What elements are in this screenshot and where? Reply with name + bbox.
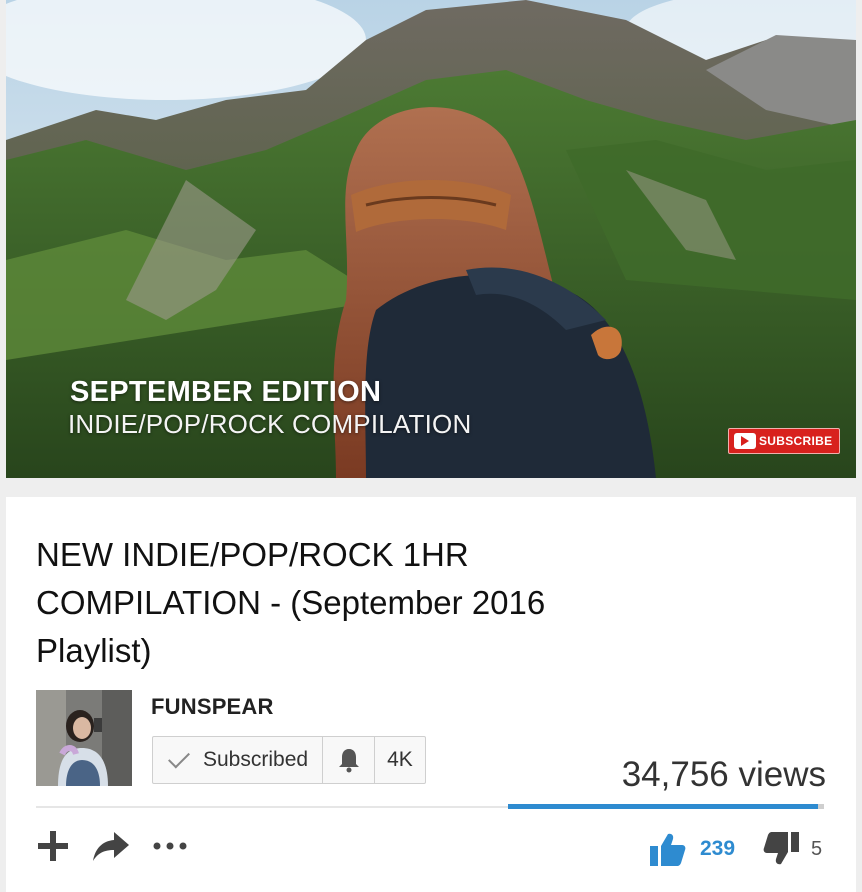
like-button[interactable]: 239 bbox=[650, 832, 763, 866]
dislike-fill bbox=[817, 804, 824, 809]
video-player[interactable]: SEPTEMBER EDITION INDIE/POP/ROCK COMPILA… bbox=[6, 0, 856, 478]
subscribe-watermark-label: SUBSCRIBE bbox=[759, 434, 833, 448]
play-icon bbox=[734, 433, 756, 449]
channel-avatar[interactable] bbox=[36, 690, 132, 786]
overlay-subtitle: INDIE/POP/ROCK COMPILATION bbox=[68, 409, 472, 439]
more-icon bbox=[153, 842, 187, 850]
share-button[interactable] bbox=[92, 830, 130, 862]
dislike-button[interactable]: 5 bbox=[763, 832, 822, 866]
more-actions-button[interactable] bbox=[152, 841, 188, 851]
subscribed-label: Subscribed bbox=[203, 748, 309, 771]
view-count: 34,756 views bbox=[621, 755, 826, 794]
notification-bell-button[interactable] bbox=[323, 737, 376, 783]
avatar-image bbox=[36, 690, 132, 786]
rating-controls: 239 5 bbox=[650, 832, 822, 866]
share-icon bbox=[93, 832, 129, 861]
video-title: NEW INDIE/POP/ROCK 1HR COMPILATION - (Se… bbox=[36, 536, 546, 669]
check-icon bbox=[168, 746, 190, 768]
subscriber-count: 4K bbox=[387, 748, 413, 771]
thumbs-up-icon bbox=[650, 833, 686, 866]
subscribed-button[interactable]: Subscribed bbox=[153, 737, 324, 783]
add-to-button[interactable] bbox=[36, 829, 70, 863]
dislike-count: 5 bbox=[811, 837, 823, 860]
thumbs-down-icon bbox=[763, 832, 800, 865]
subscribe-watermark-button[interactable]: SUBSCRIBE bbox=[728, 428, 840, 454]
sentiment-bar bbox=[508, 804, 824, 809]
subscribe-group: Subscribed 4K bbox=[152, 736, 426, 784]
overlay-title: SEPTEMBER EDITION bbox=[70, 376, 382, 408]
video-info-card: NEW INDIE/POP/ROCK 1HR COMPILATION - (Se… bbox=[6, 497, 856, 892]
like-count: 239 bbox=[700, 837, 736, 860]
bell-icon bbox=[338, 749, 359, 773]
add-to-playlist-icon bbox=[38, 831, 68, 861]
action-row bbox=[36, 829, 210, 863]
channel-name[interactable]: FUNSPEAR bbox=[151, 694, 274, 720]
